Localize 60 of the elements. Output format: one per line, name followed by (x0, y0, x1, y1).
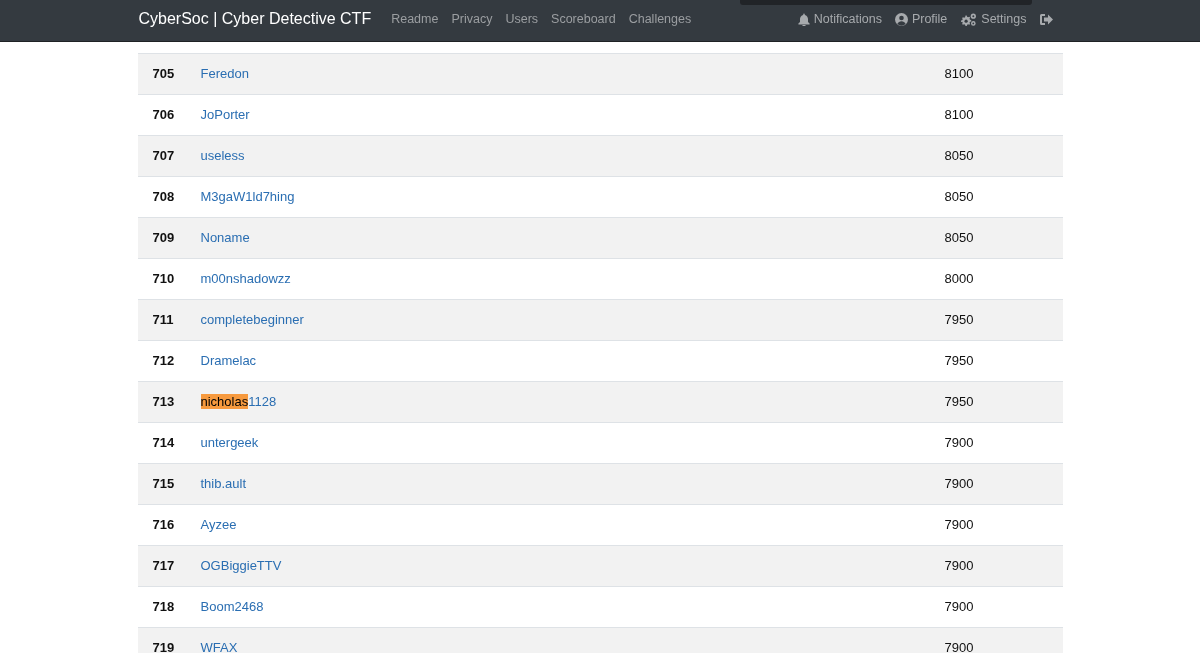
rank-number: 712 (152, 353, 175, 369)
rank-number: 713 (152, 394, 175, 410)
nav-link[interactable]: Privacy (451, 9, 493, 29)
user-name-link[interactable]: M3gaW1ld7hing (200, 189, 295, 205)
score-value: 8050 (944, 230, 974, 246)
score-value: 7900 (944, 476, 974, 492)
nav-link[interactable]: Challenges (628, 9, 692, 29)
score-value: 7900 (944, 599, 974, 615)
user-name-link[interactable]: completebeginner (200, 312, 304, 328)
rank-number: 719 (152, 640, 175, 653)
score-value: 8100 (944, 66, 974, 82)
user-name-link[interactable]: JoPorter (200, 107, 250, 123)
user-name-link[interactable]: OGBiggieTTV (200, 558, 282, 574)
score-value: 8100 (944, 107, 974, 123)
user-name-link[interactable]: Feredon (200, 66, 249, 82)
score-value: 7900 (944, 640, 974, 653)
rank-number: 705 (152, 66, 175, 82)
nav-menu-link[interactable]: Notifications (797, 9, 882, 29)
user-name-link[interactable]: thib.ault (200, 476, 247, 492)
rank-number: 710 (152, 271, 175, 287)
nav-link[interactable]: Readme (391, 9, 439, 29)
score-value: 7950 (944, 353, 974, 369)
user-name-link[interactable]: nicholas1128 (200, 394, 277, 410)
rank-number: 707 (152, 148, 175, 164)
score-value: 7900 (944, 435, 974, 451)
rank-number: 718 (152, 599, 175, 615)
rank-number: 706 (152, 107, 175, 123)
score-value: 8050 (944, 148, 974, 164)
nav-link[interactable]: Scoreboard (551, 9, 616, 29)
rank-number: 708 (152, 189, 175, 205)
score-value: 7950 (944, 312, 974, 328)
site-brand-link[interactable]: CyberSoc | Cyber Detective CTF (137, 7, 372, 31)
user-circle-icon (894, 12, 908, 26)
user-name-link[interactable]: WFAX (200, 640, 238, 653)
rank-number: 709 (152, 230, 175, 246)
rank-number: 716 (152, 517, 175, 533)
bell-icon (797, 12, 810, 26)
user-name-link[interactable]: untergeek (200, 435, 259, 451)
rank-number: 714 (152, 435, 175, 451)
score-value: 8050 (944, 189, 974, 205)
score-value: 8000 (944, 271, 974, 287)
user-name-link[interactable]: Dramelac (200, 353, 257, 369)
user-name-link[interactable]: m00nshadowzz (200, 271, 291, 287)
nav-link[interactable]: Users (505, 9, 539, 29)
rank-number: 711 (152, 312, 174, 328)
score-value: 7950 (944, 394, 974, 410)
nav-menu-link[interactable]: Settings (960, 9, 1027, 29)
user-name-link[interactable]: Ayzee (200, 517, 237, 533)
gears-icon (960, 12, 978, 26)
logout-button[interactable] (1039, 13, 1053, 25)
rank-number: 717 (152, 558, 175, 574)
sign-out-icon (1039, 13, 1053, 25)
score-value: 7900 (944, 517, 974, 533)
nav-menu-link[interactable]: Profile (894, 9, 948, 29)
search-match-highlight: nicholas (200, 394, 249, 410)
user-name-link[interactable]: useless (200, 148, 245, 164)
score-value: 7900 (944, 558, 974, 574)
user-name-link[interactable]: Boom2468 (200, 599, 264, 615)
rank-number: 715 (152, 476, 175, 492)
user-name-link[interactable]: Noname (200, 230, 250, 246)
